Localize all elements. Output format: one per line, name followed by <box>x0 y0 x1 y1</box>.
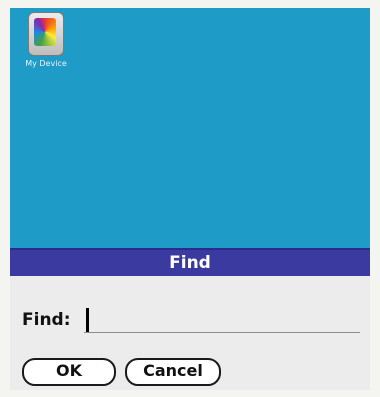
dialog-title: Find <box>10 250 370 276</box>
ok-button[interactable]: OK <box>22 358 116 386</box>
find-input[interactable] <box>84 306 360 333</box>
device-screen: My Device Find Find: OK Cancel <box>10 8 370 390</box>
find-dialog: Find Find: OK Cancel <box>10 248 370 390</box>
find-row: Find: <box>22 306 362 336</box>
text-cursor <box>86 308 89 332</box>
desktop-icon-label: My Device <box>25 59 67 68</box>
my-device-shortcut[interactable]: My Device <box>16 12 76 68</box>
device-icon <box>28 12 64 56</box>
device-icon-screen <box>34 18 56 46</box>
cancel-button[interactable]: Cancel <box>125 358 221 386</box>
find-label: Find: <box>22 310 71 330</box>
